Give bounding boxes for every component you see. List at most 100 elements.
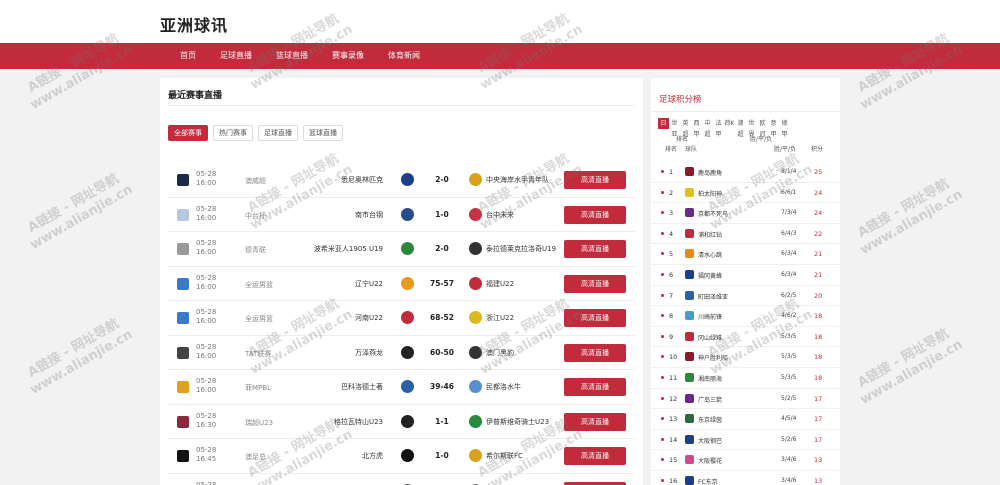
league-tab-1[interactable]: 世亚 [669, 118, 680, 138]
team-name[interactable]: 川崎前锋 [698, 312, 722, 321]
team-name[interactable]: 湘南丽海 [698, 374, 722, 383]
league-logo-icon [177, 277, 189, 290]
league-tab-10[interactable]: 意甲 [768, 118, 779, 138]
league-tab-9[interactable]: 欧冠 [757, 118, 768, 138]
team-name[interactable]: 町田泽维亚 [698, 292, 728, 301]
league-tab-11[interactable]: 德甲 [779, 118, 790, 138]
match-league[interactable]: TAT联赛 [245, 349, 271, 359]
filter-tab-2[interactable]: 足球直播 [258, 125, 298, 141]
nav-item-0[interactable]: 首页 [168, 43, 208, 69]
team-logo-icon [685, 352, 694, 362]
nav-item-2[interactable]: 篮球直播 [264, 43, 320, 69]
away-team[interactable]: 浙江U22 [486, 313, 514, 323]
nav-item-4[interactable]: 体育新闻 [376, 43, 432, 69]
away-team[interactable]: 台中未来 [486, 210, 514, 220]
home-team[interactable]: 北方虎 [362, 451, 383, 461]
match-date: 05-28 [196, 377, 217, 385]
filter-tab-3[interactable]: 篮球直播 [303, 125, 343, 141]
match-date: 05-28 [196, 480, 217, 485]
away-team[interactable]: 福建U22 [486, 279, 514, 289]
standings-row: 15 大阪樱花 3/4/6 13 [651, 450, 840, 471]
hd-live-button[interactable]: 高清直播 [564, 274, 626, 293]
home-team[interactable]: 巴科洛德土著 [341, 382, 383, 392]
away-team[interactable]: 民都洛水牛 [486, 382, 521, 392]
team-record: 6/4/3 [781, 229, 797, 237]
match-league[interactable]: 瑞超U23 [245, 418, 273, 428]
home-team[interactable]: 万泽燕龙 [355, 348, 383, 358]
hd-live-button[interactable]: 高清直播 [564, 447, 626, 465]
team-name[interactable]: 东京绿茵 [698, 415, 722, 424]
match-league[interactable]: 全运男篮 [245, 280, 273, 290]
nav-item-1[interactable]: 足球直播 [208, 43, 264, 69]
team-logo-icon [685, 414, 694, 424]
standings-row: 1 鹿岛鹿角 8/1/4 25 [651, 162, 840, 183]
match-league[interactable]: 澳足总 [245, 452, 266, 462]
team-name[interactable]: 冈山绿雉 [698, 333, 722, 342]
league-tab-5[interactable]: 法甲 [713, 118, 724, 138]
away-team-logo-icon [469, 207, 482, 221]
home-team[interactable]: 辽宁U22 [355, 279, 383, 289]
home-team[interactable]: 格拉瓦特山U23 [334, 417, 383, 427]
match-datetime: 05-28 16:00 [196, 377, 226, 395]
watermark-url: www.alianjie.cn [857, 337, 966, 408]
home-team[interactable]: 南市台钢 [355, 210, 383, 220]
hd-live-button[interactable]: 高清直播 [564, 240, 626, 258]
home-team[interactable]: 河南U22 [355, 313, 383, 323]
hd-live-button[interactable]: 高清直播 [564, 481, 626, 485]
league-logo-icon [177, 381, 189, 393]
match-league[interactable]: 中台杯 [245, 211, 266, 221]
league-tab-4[interactable]: 中超 [702, 118, 713, 138]
league-tab-6[interactable]: 荷K [724, 118, 735, 129]
away-team[interactable]: 伊普斯维奇骑士U23 [486, 417, 549, 427]
standings-row: 8 川崎前锋 4/6/2 18 [651, 306, 840, 327]
hd-live-button[interactable]: 高清直播 [564, 171, 626, 189]
header-record: 胜/平/负 [774, 146, 797, 153]
team-name[interactable]: 清水心跳 [698, 250, 722, 259]
match-row: 05-28 16:00 全运男篮 辽宁U22 75-57 福建U22 高清直播 [168, 267, 635, 301]
match-league[interactable]: 菲MPBL [245, 383, 271, 393]
away-team-logo-icon [469, 380, 482, 393]
team-name[interactable]: 大阪樱花 [698, 456, 722, 465]
match-datetime: 05-28 [196, 481, 226, 485]
team-record: 6/3/4 [781, 270, 797, 278]
hd-live-button[interactable]: 高清直播 [564, 343, 626, 362]
away-team[interactable]: 希尔斯联FC [486, 451, 523, 461]
team-name[interactable]: 神户胜利船 [698, 353, 728, 362]
nav-item-3[interactable]: 赛事录像 [320, 43, 376, 69]
team-name[interactable]: 大阪钢巴 [698, 436, 722, 445]
team-name[interactable]: 柏太阳神 [698, 189, 722, 198]
league-tab-8[interactable]: 世界 [746, 118, 757, 138]
team-name[interactable]: FC东京 [698, 477, 718, 485]
filter-tab-1[interactable]: 热门赛事 [213, 125, 253, 141]
league-tab-2[interactable]: 英超 [680, 118, 691, 138]
match-league[interactable]: 德青联 [245, 245, 266, 255]
filter-tab-0[interactable]: 全部赛事 [168, 125, 208, 141]
team-name[interactable]: 京都不死鸟 [698, 209, 728, 218]
match-time: 16:45 [196, 455, 217, 463]
away-team[interactable]: 泰拉德莱克拉洛奇U19 [486, 244, 556, 254]
league-tab-7[interactable]: 澳超 [735, 118, 746, 138]
home-team[interactable]: 悉尼奥林匹克 [341, 175, 383, 185]
hd-live-button[interactable]: 高清直播 [564, 205, 626, 224]
watermark-line: A链接 - 网址导航 [855, 326, 952, 391]
home-team[interactable]: 波希米亚人1905 U19 [314, 244, 383, 254]
watermark-url: www.alianjie.cn [27, 182, 136, 253]
hd-live-button[interactable]: 高清直播 [564, 378, 626, 396]
team-name[interactable]: 广岛三箭 [698, 395, 722, 404]
match-score: 1-0 [435, 451, 449, 460]
away-team[interactable]: 中央海岸水手青年队 [486, 175, 549, 185]
site-title[interactable]: 亚洲球讯 [160, 12, 228, 36]
team-name[interactable]: 福冈黄蜂 [698, 271, 722, 280]
league-tab-3[interactable]: 西甲 [691, 118, 702, 138]
team-name[interactable]: 浦和红钻 [698, 230, 722, 239]
away-team[interactable]: 澳门黑豹 [486, 348, 514, 358]
team-name[interactable]: 鹿岛鹿角 [698, 168, 722, 177]
team-rank: 16 [669, 476, 678, 485]
hd-live-button[interactable]: 高清直播 [564, 412, 626, 431]
match-league[interactable]: 澳威超 [245, 176, 266, 186]
hd-live-button[interactable]: 高清直播 [564, 309, 626, 327]
league-tab-0[interactable]: 日职 [658, 118, 669, 138]
match-league[interactable]: 全运男篮 [245, 314, 273, 324]
match-row: 05-28 16:00 菲MPBL 巴科洛德土著 39-46 民都洛水牛 高清直播 [168, 370, 635, 405]
team-points: 24 [814, 209, 823, 218]
